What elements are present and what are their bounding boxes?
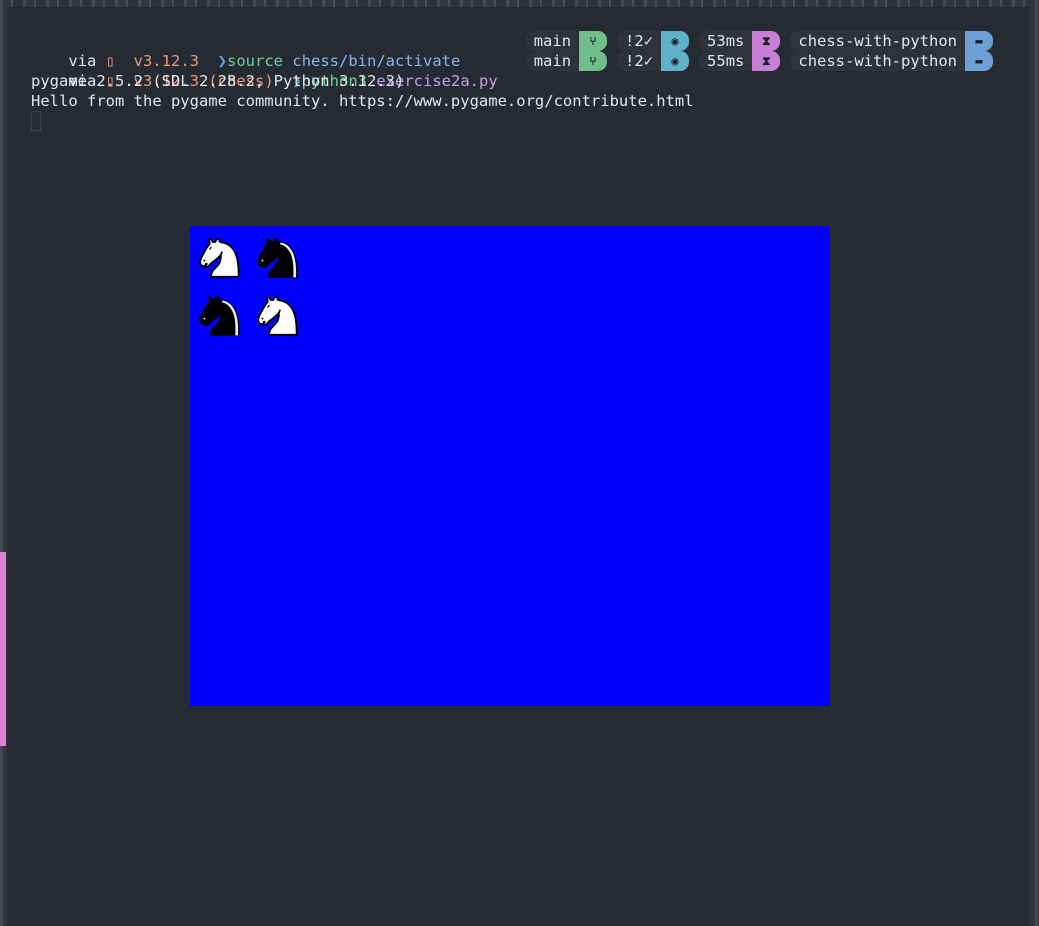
white-knight-icon — [199, 237, 240, 278]
git-branch: main — [525, 31, 580, 51]
pygame-window[interactable] — [190, 226, 830, 706]
current-directory: chess-with-python — [790, 31, 965, 51]
black-knight-icon — [199, 295, 240, 336]
command-duration: 53ms — [699, 31, 753, 51]
status-bar-2: main ⑂ !2✓ ◉ 55ms ⧗ chess-with-python ▬ — [525, 51, 993, 71]
folder-icon: ▬ — [965, 31, 993, 51]
terminal-cursor — [31, 111, 41, 131]
prompt-line-1: via ▯ v3.12.3 ❯source chess/bin/activate — [31, 31, 460, 70]
current-directory: chess-with-python — [790, 51, 965, 71]
git-branch-icon: ⑂ — [579, 51, 608, 71]
hourglass-icon: ⧗ — [752, 31, 781, 51]
output-line-2: Hello from the pygame community. https:/… — [31, 92, 694, 110]
git-status: !2✓ — [617, 51, 662, 71]
folder-icon: ▬ — [965, 51, 993, 71]
output-line-1: pygame 2.5.2 (SDL 2.28.2, Python 3.12.3) — [31, 72, 405, 90]
command-duration: 55ms — [699, 51, 753, 71]
black-knight-icon — [257, 237, 298, 278]
git-branch: main — [525, 51, 580, 71]
github-icon: ◉ — [661, 51, 690, 71]
status-bar-1: main ⑂ !2✓ ◉ 53ms ⧗ chess-with-python ▬ — [525, 31, 993, 51]
git-status: !2✓ — [617, 31, 662, 51]
github-icon: ◉ — [661, 31, 690, 51]
git-branch-icon: ⑂ — [579, 31, 608, 51]
white-knight-icon — [257, 295, 298, 336]
prompt-line-2: via ▯ v3.12.3 (chess) ❯python3 exercise2… — [31, 51, 497, 90]
wallpaper-accent — [0, 552, 6, 746]
hourglass-icon: ⧗ — [752, 51, 781, 71]
